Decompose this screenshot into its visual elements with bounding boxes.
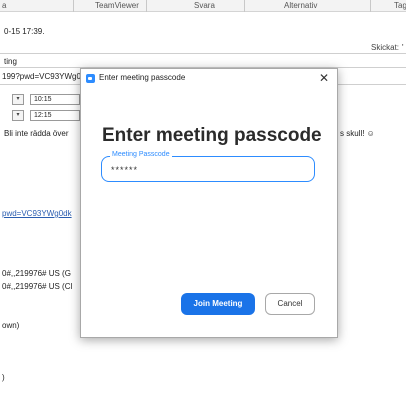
body-fragment: ) xyxy=(2,373,5,382)
sent-info: 0-15 17:39. xyxy=(4,27,45,36)
ribbon-separator xyxy=(73,0,74,12)
date-dropdown-button[interactable]: ▾ xyxy=(12,110,24,121)
start-time-field[interactable]: 10:15 xyxy=(30,94,80,105)
dial-in-line: 0#,,219976# US (G xyxy=(2,269,71,278)
cancel-button[interactable]: Cancel xyxy=(265,293,315,315)
passcode-value: ****** xyxy=(111,165,139,175)
ribbon-tag-partial[interactable]: Tag xyxy=(394,1,406,10)
zoom-logo-icon xyxy=(86,74,95,83)
skickat-label: Skickat: xyxy=(371,43,400,52)
skickat-value: ' xyxy=(402,43,404,52)
passcode-input[interactable]: Meeting Passcode ****** xyxy=(101,151,315,182)
passcode-label: Meeting Passcode xyxy=(110,151,172,158)
dialog-title: Enter meeting passcode xyxy=(99,73,186,82)
body-text: Bli inte rädda över xyxy=(4,129,69,138)
meeting-link[interactable]: pwd=VC93YWg0dk xyxy=(2,209,72,218)
ribbon-svara[interactable]: Svara xyxy=(194,1,215,10)
subject-fragment: ting xyxy=(4,57,17,66)
location-url[interactable]: 199?pwd=VC93YWg0 xyxy=(2,72,81,81)
end-time-field[interactable]: 12:15 xyxy=(30,110,80,121)
ribbon-alternativ[interactable]: Alternativ xyxy=(284,1,317,10)
body-fragment: own) xyxy=(2,321,20,330)
dialog-heading: Enter meeting passcode xyxy=(102,125,322,146)
join-meeting-button[interactable]: Join Meeting xyxy=(181,293,255,315)
close-icon[interactable]: ✕ xyxy=(319,71,329,85)
body-text-right: s skull! ☺ xyxy=(340,129,375,138)
dial-in-line: 0#,,219976# US (Cl xyxy=(2,282,73,291)
ribbon-separator xyxy=(146,0,147,12)
ribbon-separator xyxy=(244,0,245,12)
ribbon-partial-item[interactable]: a xyxy=(2,1,6,10)
passcode-dialog: Enter meeting passcode ✕ Enter meeting p… xyxy=(80,68,338,338)
date-dropdown-button[interactable]: ▾ xyxy=(12,94,24,105)
ribbon-separator xyxy=(370,0,371,12)
ribbon: a TeamViewer Svara Alternativ Tag xyxy=(0,0,406,12)
divider xyxy=(0,53,406,54)
ribbon-teamviewer[interactable]: TeamViewer xyxy=(95,1,139,10)
dialog-titlebar: Enter meeting passcode ✕ xyxy=(81,69,337,89)
